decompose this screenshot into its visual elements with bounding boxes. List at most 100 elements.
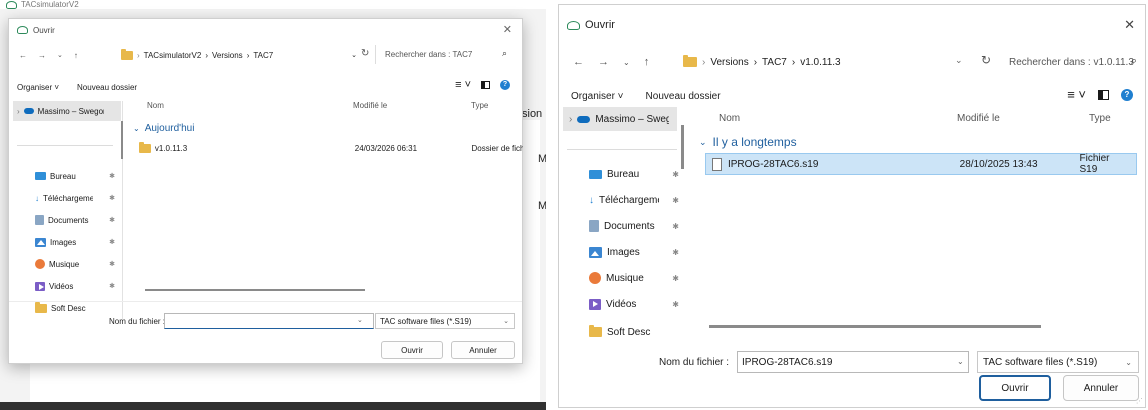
chevron-down-icon[interactable]: ⌄ [623, 58, 630, 67]
sidebar-item-onedrive[interactable]: › Massimo – Swegon [563, 107, 677, 131]
file-row[interactable]: v1.0.11.3 24/03/2026 06:31 Dossier de fi… [133, 139, 523, 157]
horizontal-scrollbar[interactable] [709, 325, 1041, 328]
open-dialog-small: Ouvrir ✕ ← → ⌄ ↑ › TACsimulatorV2 › Vers… [8, 18, 523, 364]
search-placeholder: Rechercher dans : TAC7 [385, 50, 473, 59]
sidebar-item-label: Musique [606, 272, 644, 284]
breadcrumb-item[interactable]: TAC7 [762, 57, 787, 68]
sidebar-item-images[interactable]: Images ✱ [35, 233, 121, 251]
open-button[interactable]: Ouvrir [381, 341, 443, 359]
view-menu-icon[interactable]: ≡ ˅ [1067, 87, 1086, 102]
pin-icon: ✱ [109, 239, 115, 246]
background-text: M [538, 200, 546, 212]
sidebar-item-images[interactable]: Images ✱ [589, 241, 685, 263]
search-input[interactable]: Rechercher dans : v1.0.11.3 ⌕ [997, 49, 1143, 75]
close-icon[interactable]: ✕ [1124, 17, 1135, 33]
chevron-down-icon: ⌄ [699, 136, 707, 147]
file-icon [712, 157, 722, 171]
left-screenshot: TACsimulatorV2 sion M M Ouvrir ✕ ← → ⌄ ↑… [0, 0, 546, 410]
refresh-icon[interactable]: ↻ [981, 53, 991, 67]
up-arrow-icon[interactable]: ↑ [644, 56, 650, 68]
back-arrow-icon[interactable]: ← [573, 56, 584, 68]
column-header-name[interactable]: Nom [719, 113, 740, 124]
help-icon[interactable]: ? [500, 80, 510, 90]
filetype-select[interactable]: TAC software files (*.S19) ⌄ [375, 313, 515, 329]
chevron-down-icon: ⌄ [133, 124, 140, 133]
sidebar-item-music[interactable]: Musique ✱ [589, 267, 685, 289]
sidebar-item-downloads[interactable]: ↓ Téléchargements ✱ [35, 189, 121, 207]
open-button[interactable]: Ouvrir [979, 375, 1051, 401]
sidebar-item-videos[interactable]: Vidéos ✱ [35, 277, 121, 295]
column-header-name[interactable]: Nom [147, 101, 164, 110]
chevron-right-icon: › [791, 56, 796, 68]
group-header[interactable]: ⌄ Il y a longtemps [699, 135, 797, 149]
refresh-icon[interactable]: ↻ [361, 48, 369, 59]
column-header-modified[interactable]: Modifié le [353, 101, 387, 110]
chevron-down-icon[interactable]: ⌄ [955, 55, 963, 66]
filetype-select[interactable]: TAC software files (*.S19) ⌄ [977, 351, 1139, 373]
sidebar-item-bureau[interactable]: Bureau ✱ [589, 163, 685, 185]
documents-icon [589, 220, 599, 232]
sidebar-item-label: Musique [49, 259, 80, 269]
horizontal-scrollbar[interactable] [145, 289, 365, 291]
sidebar-item-bureau[interactable]: Bureau ✱ [35, 167, 121, 185]
new-folder-button[interactable]: Nouveau dossier [77, 83, 137, 92]
chevron-down-icon[interactable]: ⌄ [351, 51, 357, 59]
file-modified: 28/10/2025 13:43 [959, 158, 1038, 170]
sidebar-item-soft-desc[interactable]: Soft Desc [589, 321, 685, 343]
sidebar-item-label: Images [607, 246, 640, 258]
sidebar-item-videos[interactable]: Vidéos ✱ [589, 293, 685, 315]
filename-input[interactable]: IPROG-28TAC6.s19 [737, 351, 969, 373]
sidebar-item-onedrive[interactable]: › Massimo – Swegon [13, 101, 121, 121]
music-icon [589, 272, 601, 284]
chevron-right-icon: › [569, 113, 573, 125]
sidebar-item-downloads[interactable]: ↓ Téléchargements ✱ [589, 189, 685, 211]
chevron-down-icon[interactable]: ⌄ [957, 357, 964, 366]
cancel-button[interactable]: Annuler [1063, 375, 1139, 401]
filename-input[interactable] [164, 313, 374, 329]
pin-icon: ✱ [109, 217, 115, 224]
back-arrow-icon[interactable]: ← [19, 51, 27, 60]
organize-button[interactable]: Organiser ˅ [17, 83, 59, 92]
cancel-button[interactable]: Annuler [451, 341, 515, 359]
video-icon [35, 281, 45, 291]
column-header-type[interactable]: Type [1089, 113, 1111, 124]
new-folder-button[interactable]: Nouveau dossier [646, 91, 721, 102]
address-bar[interactable]: › Versions › TAC7 › v1.0.11.3 [679, 49, 979, 75]
preview-pane-icon[interactable] [481, 81, 490, 89]
forward-arrow-icon[interactable]: → [598, 56, 609, 68]
pin-icon: ✱ [672, 273, 679, 283]
search-input[interactable]: Rechercher dans : TAC7 ⌕ [375, 45, 515, 64]
chevron-down-icon[interactable]: ⌄ [57, 51, 63, 59]
file-name: v1.0.11.3 [154, 143, 188, 153]
forward-arrow-icon[interactable]: → [38, 51, 46, 60]
resize-grip-icon[interactable]: ⋰ [1136, 397, 1143, 405]
background-app-title: TACsimulatorV2 [21, 0, 79, 9]
group-header[interactable]: ⌄ Aujourd'hui [133, 123, 194, 134]
view-menu-icon[interactable]: ≡ ˅ [455, 79, 471, 91]
breadcrumb-item[interactable]: TACsimulatorV2 [144, 51, 202, 60]
folder-icon [35, 301, 47, 313]
sidebar-item-music[interactable]: Musique ✱ [35, 255, 121, 273]
organize-button[interactable]: Organiser ˅ [571, 91, 624, 102]
breadcrumb-item[interactable]: v1.0.11.3 [800, 57, 840, 68]
breadcrumb-item[interactable]: Versions [710, 57, 748, 68]
app-icon [17, 26, 28, 34]
sidebar-scrollbar[interactable] [121, 121, 123, 159]
sidebar-item-label: Massimo – Swegon [37, 106, 104, 116]
address-bar[interactable]: › TACsimulatorV2 › Versions › TAC7 ⌄ [117, 45, 365, 65]
column-header-type[interactable]: Type [471, 101, 488, 110]
documents-icon [35, 215, 44, 225]
up-arrow-icon[interactable]: ↑ [74, 51, 78, 60]
chevron-right-icon: › [17, 106, 20, 116]
preview-pane-icon[interactable] [1098, 89, 1109, 100]
close-icon[interactable]: ✕ [503, 23, 512, 36]
help-icon[interactable]: ? [1121, 88, 1133, 101]
sidebar-item-documents[interactable]: Documents ✱ [589, 215, 685, 237]
sidebar-item-documents[interactable]: Documents ✱ [35, 211, 121, 229]
breadcrumb-item[interactable]: Versions [212, 51, 243, 60]
chevron-down-icon[interactable]: ⌄ [357, 316, 363, 324]
breadcrumb-item[interactable]: TAC7 [253, 51, 273, 60]
column-header-modified[interactable]: Modifié le [957, 113, 1000, 124]
file-row-selected[interactable]: IPROG-28TAC6.s19 28/10/2025 13:43 Fichie… [705, 153, 1137, 175]
desktop-icon [35, 172, 46, 180]
